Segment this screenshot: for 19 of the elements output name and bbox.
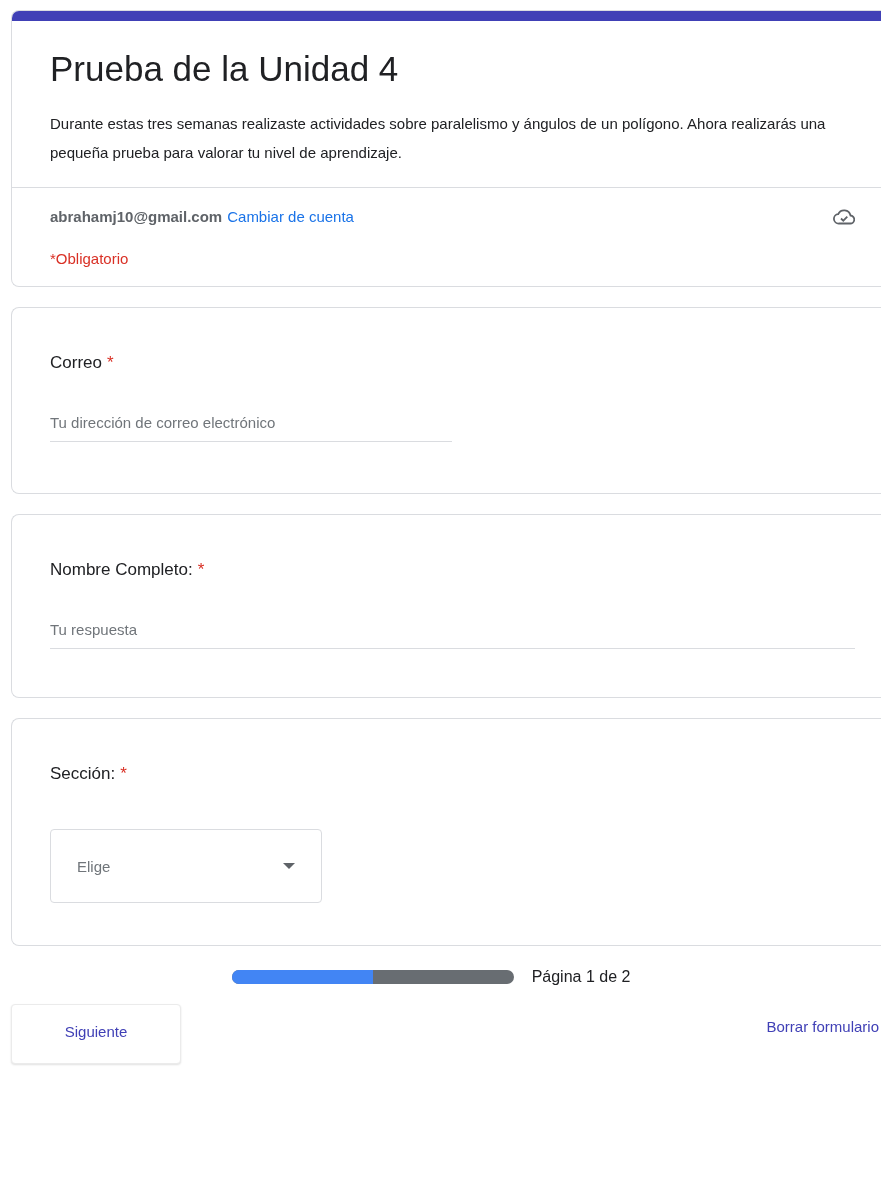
next-button[interactable]: Siguiente [11,1004,181,1064]
answer-field[interactable]: Tu respuesta [50,621,855,649]
required-asterisk: * [120,763,127,785]
form-description: Durante estas tres semanas realizaste actividades sobre paralelismo y ángulos de un polígono. Ahora realizarás una pequeña prueba para valorar tu nivel de aprendizaje. [50,114,827,163]
caret-icon [283,863,295,869]
cloud-check-icon [833,208,855,225]
switch-account-link[interactable]: Cambiar de cuenta [227,208,354,225]
required-asterisk: * [106,352,114,374]
form-title: Prueba de la Unidad 4 [50,48,400,90]
question-label: Correo [50,352,102,374]
question-label: Nombre Completo: [50,559,193,581]
answer-field[interactable]: Tu dirección de correo electrónico [50,414,452,442]
required-note: *Obligatorio [49,249,130,269]
dropdown-placeholder: Elige [77,857,111,875]
page-indicator: Página 1 de 2 [531,968,631,986]
account-email: abrahamj10@gmail.com [50,208,223,225]
required-asterisk: * [197,559,205,581]
dropdown-field[interactable]: Elige [50,829,322,903]
question-label: Sección: [50,763,116,785]
